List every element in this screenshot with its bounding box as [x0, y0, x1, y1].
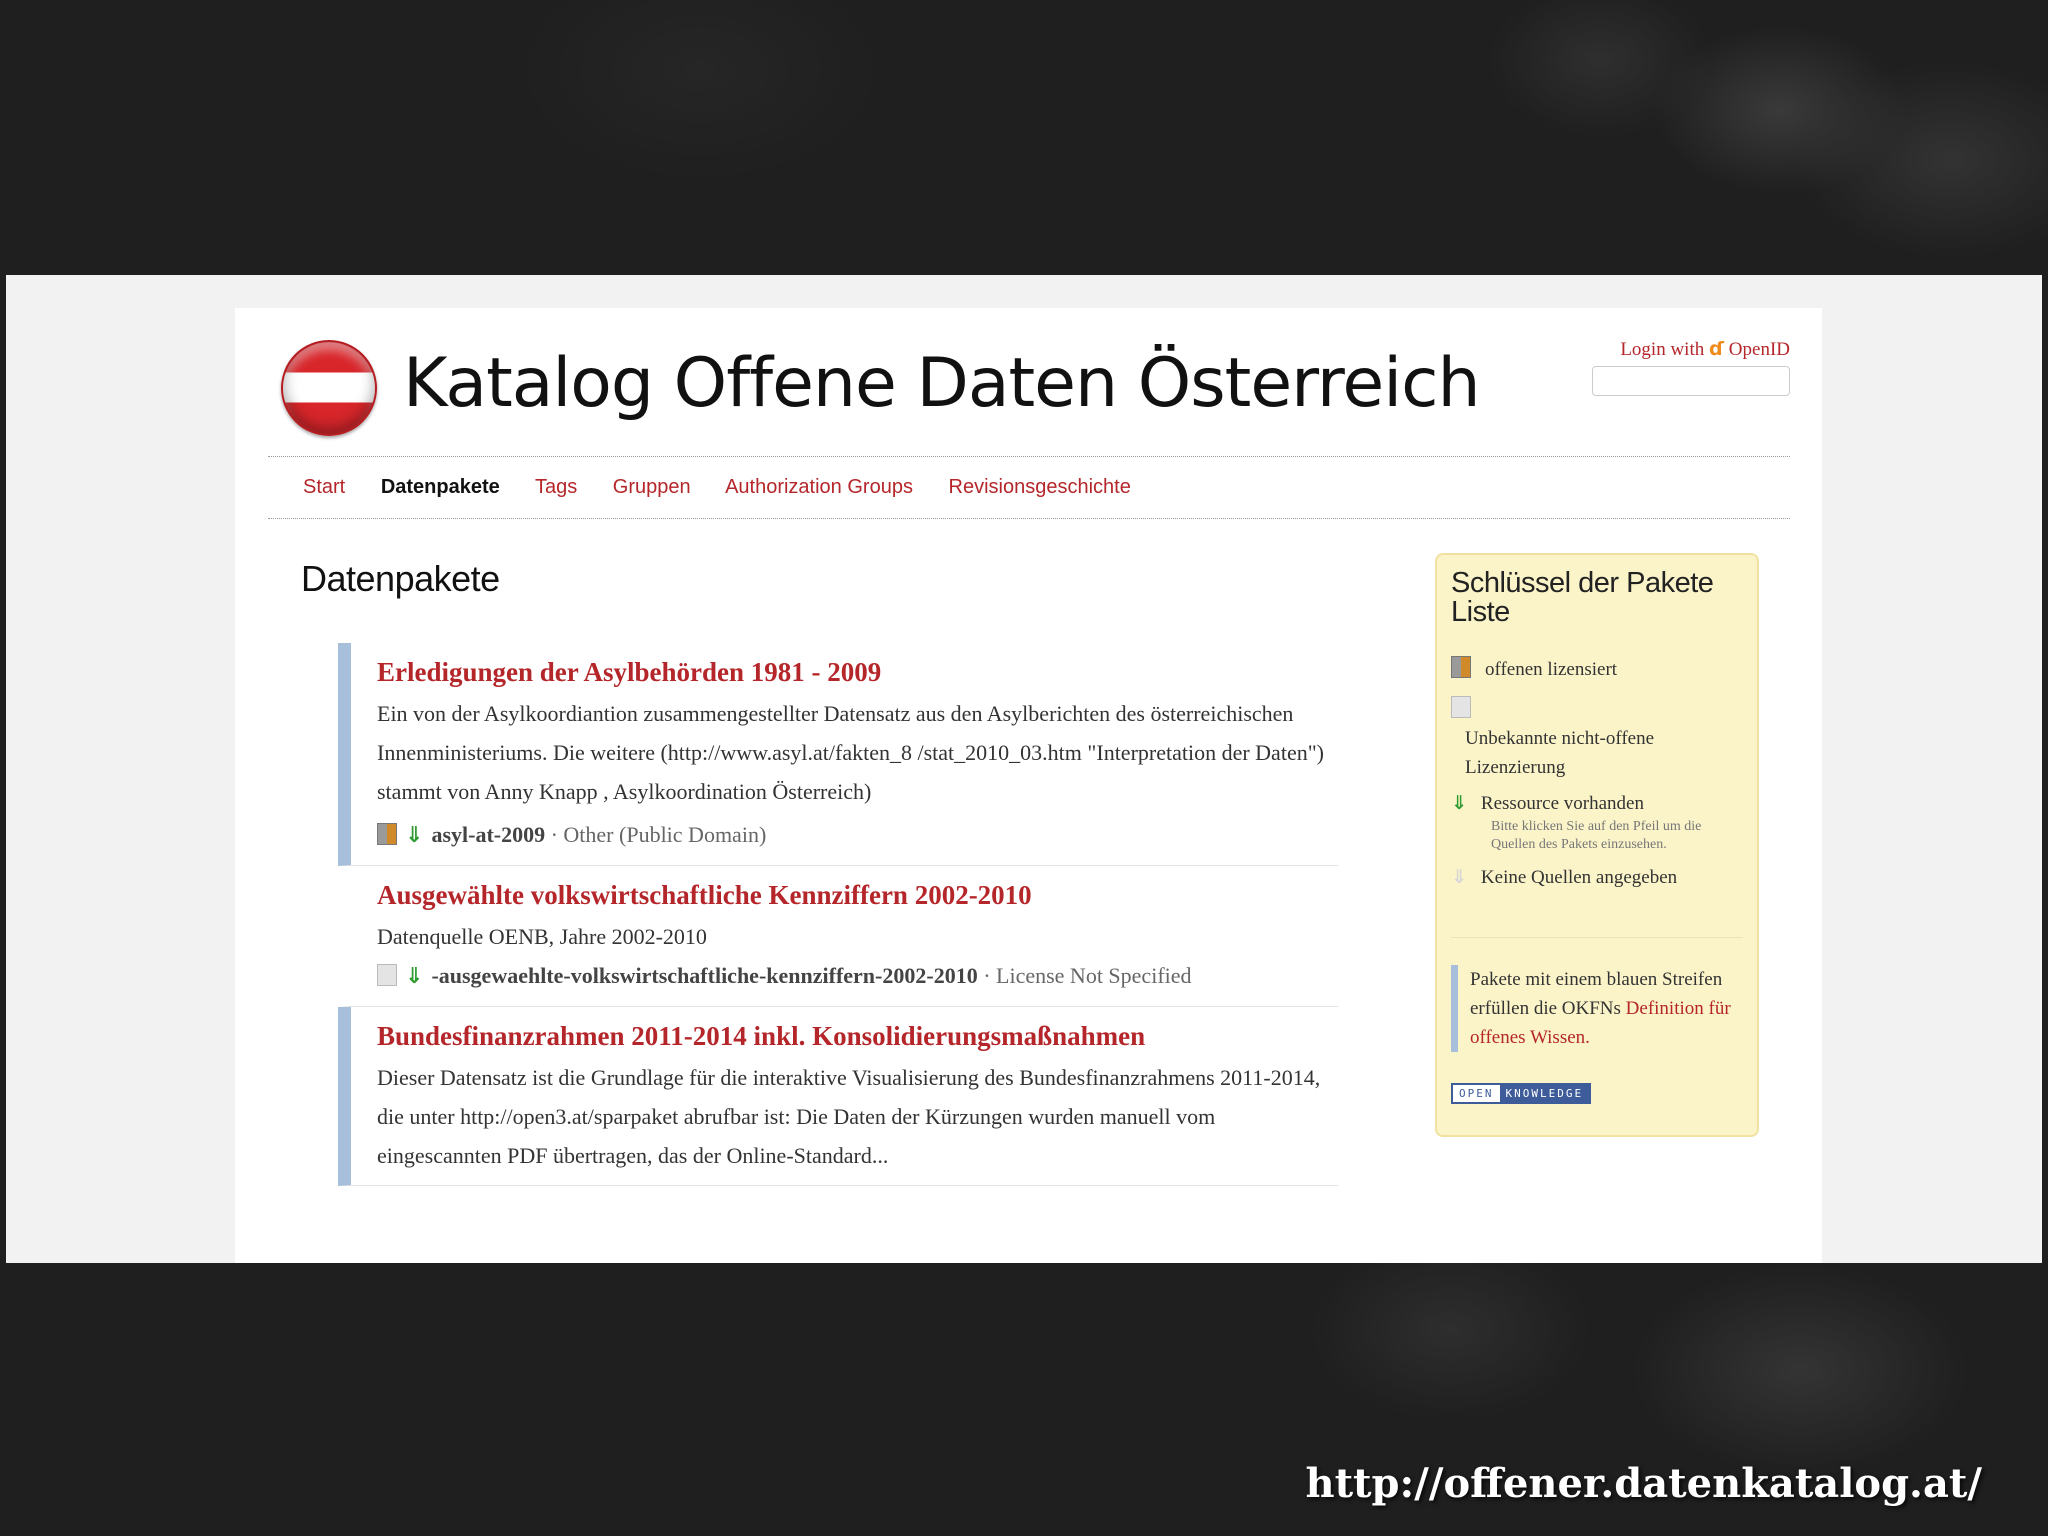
nav-start[interactable]: Start — [303, 476, 345, 498]
open-license-icon — [377, 823, 397, 845]
page-title: Datenpakete — [301, 558, 500, 599]
site-title[interactable]: Katalog Offene Daten Österreich — [403, 344, 1481, 423]
download-arrow-icon[interactable]: ⇓ — [405, 823, 423, 848]
download-arrow-icon[interactable]: ⇓ — [405, 964, 423, 989]
austria-flag-logo[interactable] — [281, 340, 377, 436]
package-description: Ein von der Asylkoordiantion zusammenges… — [377, 701, 1325, 804]
sidebar-divider — [1451, 937, 1743, 938]
key-no-sources-label: Keine Quellen angegeben — [1480, 867, 1678, 888]
unknown-license-icon — [1451, 696, 1471, 718]
package-description: Dieser Datensatz ist die Grundlage für d… — [377, 1065, 1321, 1168]
package-name: asyl-at-2009 — [431, 822, 546, 847]
key-no-sources: ⇓ Keine Quellen angegeben — [1451, 863, 1677, 892]
browser-page: Katalog Offene Daten Österreich Login wi… — [235, 308, 1822, 1263]
openid-input[interactable] — [1592, 366, 1790, 396]
badge-open-text: OPEN — [1453, 1085, 1500, 1102]
header-divider — [268, 456, 1790, 457]
key-open-licensed-label: offenen lizensiert — [1485, 659, 1618, 680]
package-license: · License Not Specified — [983, 963, 1192, 988]
key-unknown-license: Unbekannte nicht-offene Lizenzierung — [1451, 695, 1745, 782]
no-download-arrow-icon: ⇓ — [1451, 866, 1467, 888]
nav-authorization-groups[interactable]: Authorization Groups — [725, 476, 913, 498]
package-meta: ⇓ -ausgewaehlte-volkswirtschaftliche-kenn… — [377, 956, 1338, 996]
package-item: Erledigungen der Asylbehörden 1981 - 200… — [338, 643, 1338, 866]
package-title-link[interactable]: Bundesfinanzrahmen 2011-2014 inkl. Konso… — [377, 1021, 1338, 1052]
open-knowledge-badge[interactable]: OPEN KNOWLEDGE — [1451, 1083, 1592, 1104]
package-list: Erledigungen der Asylbehörden 1981 - 200… — [338, 643, 1338, 1186]
package-name: -ausgewaehlte-volkswirtschaftliche-kennz… — [431, 963, 978, 988]
key-resource-available-label: Ressource vorhanden — [1480, 793, 1644, 814]
main-nav: Start Datenpakete Tags Gruppen Authoriza… — [303, 476, 1161, 499]
nav-revisionsgeschichte[interactable]: Revisionsgeschichte — [949, 476, 1131, 498]
nav-gruppen[interactable]: Gruppen — [613, 476, 691, 498]
package-key-sidebar: Schlüssel der Pakete Liste offenen lizen… — [1435, 553, 1759, 1137]
key-resource-note: Bitte klicken Sie auf den Pfeil um die Q… — [1491, 819, 1702, 852]
package-meta: ⇓ asyl-at-2009 · Other (Public Domain) — [377, 815, 1338, 855]
package-title-link[interactable]: Ausgewählte volkswirtschaftliche Kennzif… — [377, 880, 1338, 911]
package-item: Bundesfinanzrahmen 2011-2014 inkl. Konso… — [338, 1007, 1338, 1186]
badge-knowledge-text: KNOWLEDGE — [1499, 1085, 1590, 1102]
login-openid-link[interactable]: Login with ɗ OpenID — [1620, 338, 1790, 361]
key-open-licensed: offenen lizensiert — [1451, 655, 1617, 684]
package-description: Datenquelle OENB, Jahre 2002-2010 — [377, 924, 707, 949]
download-arrow-icon: ⇓ — [1451, 792, 1467, 814]
okfn-note: Pakete mit einem blauen Streifen erfülle… — [1451, 965, 1760, 1052]
package-item: Ausgewählte volkswirtschaftliche Kennzif… — [338, 866, 1338, 1007]
open-license-icon — [1451, 656, 1471, 678]
unknown-license-icon — [377, 964, 397, 986]
nav-tags[interactable]: Tags — [535, 476, 577, 498]
sidebar-title: Schlüssel der Pakete Liste — [1451, 567, 1714, 628]
key-resource-available: ⇓ Ressource vorhanden Bitte klicken Sie a… — [1451, 789, 1741, 854]
package-license: · Other (Public Domain) — [550, 822, 767, 847]
login-text: Login with — [1620, 339, 1705, 360]
package-title-link[interactable]: Erledigungen der Asylbehörden 1981 - 200… — [377, 657, 1338, 688]
nav-datenpakete[interactable]: Datenpakete — [381, 476, 500, 498]
nav-divider — [268, 518, 1790, 519]
key-unknown-license-label: Unbekannte nicht-offene Lizenzierung — [1465, 728, 1655, 778]
openid-icon: ɗ — [1708, 338, 1725, 360]
login-provider: OpenID — [1728, 339, 1790, 360]
footer-url: http://offener.datenkatalog.at/ — [1305, 1460, 1982, 1507]
